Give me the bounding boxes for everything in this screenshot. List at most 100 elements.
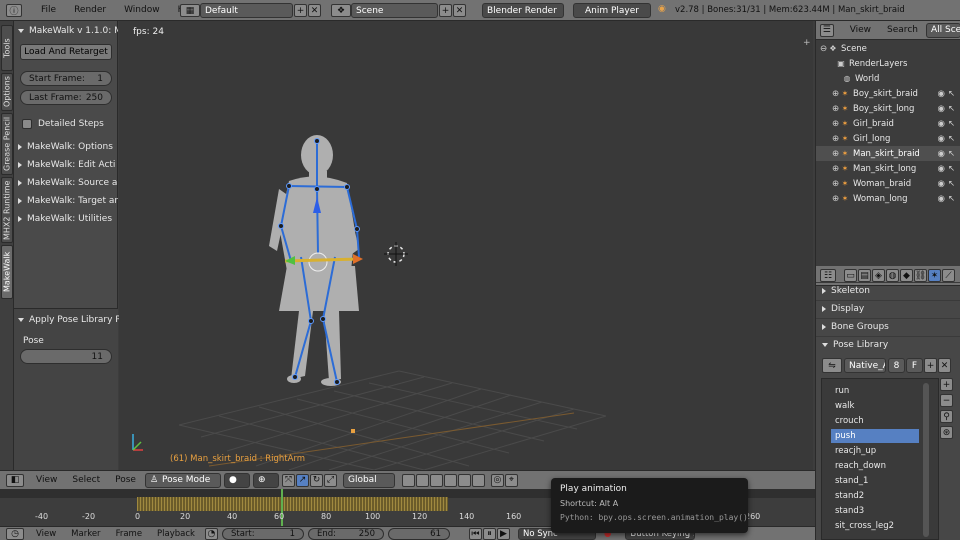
expand-icon[interactable]: ⊕ bbox=[832, 164, 840, 174]
tab-tools[interactable]: Tools bbox=[1, 25, 13, 71]
expand-icon[interactable]: ⊕ bbox=[832, 104, 840, 114]
outliner-row[interactable]: ⊖ ❖ Scene bbox=[816, 41, 960, 56]
visibility-eye-icon[interactable]: ◉ bbox=[937, 179, 944, 189]
pose-list-item[interactable]: stand3 bbox=[831, 504, 919, 518]
pose-list-scrollbar[interactable] bbox=[923, 383, 929, 537]
outliner-row[interactable]: ⊕ ✶ Woman_long ◉ ↖ bbox=[816, 191, 960, 206]
viewport-shading-select[interactable]: ● bbox=[223, 472, 250, 488]
visibility-eye-icon[interactable]: ◉ bbox=[937, 164, 944, 174]
pose-library-name[interactable]: Native_A bbox=[844, 358, 886, 373]
start-frame-input[interactable]: Start: 1 bbox=[221, 527, 304, 540]
screen-layout-select[interactable]: Default bbox=[200, 3, 293, 18]
expand-icon[interactable]: ⊕ bbox=[832, 134, 840, 144]
operator-panel-header[interactable]: Apply Pose Library Pose bbox=[14, 311, 136, 329]
viewport-editor-type-icon[interactable]: ◧ bbox=[6, 473, 24, 487]
fake-user-toggle[interactable]: F bbox=[906, 358, 923, 373]
layer-icon[interactable] bbox=[471, 473, 485, 487]
outliner-row-selected[interactable]: ⊕ ✶ Man_skirt_braid ◉ ↖ bbox=[816, 146, 960, 161]
menu-file[interactable]: File bbox=[32, 5, 65, 15]
disclosure-icon[interactable]: ⊖ bbox=[820, 44, 828, 54]
pose-list-item-selected[interactable]: push bbox=[831, 429, 919, 443]
pose-number-field[interactable]: 11 bbox=[20, 349, 112, 364]
action-browse-icon[interactable]: ⇋ bbox=[822, 358, 842, 373]
snap-icon[interactable]: ⌖ bbox=[504, 473, 518, 487]
preview-range-icon[interactable]: ◔ bbox=[204, 527, 218, 540]
add-scene-icon[interactable]: + bbox=[439, 4, 452, 17]
remove-pose-icon[interactable]: − bbox=[940, 394, 953, 407]
selectability-cursor-icon[interactable]: ↖ bbox=[948, 179, 955, 189]
visibility-eye-icon[interactable]: ◉ bbox=[937, 134, 944, 144]
expand-icon[interactable]: ⊕ bbox=[832, 194, 840, 204]
rotate-icon[interactable]: ↻ bbox=[309, 473, 323, 487]
add-layout-icon[interactable]: + bbox=[294, 4, 307, 17]
scene-icon[interactable]: ❖ bbox=[331, 4, 351, 17]
current-frame-input[interactable]: 61 bbox=[387, 527, 450, 540]
expand-icon[interactable]: ⊕ bbox=[832, 89, 840, 99]
menu-window[interactable]: Window bbox=[115, 5, 169, 15]
subpanel-options[interactable]: MakeWalk: Options bbox=[14, 138, 118, 156]
mode-select[interactable]: ♙ Pose Mode bbox=[144, 472, 221, 488]
expand-icon[interactable]: ⊕ bbox=[832, 119, 840, 129]
properties-editor-type-icon[interactable]: ☷ bbox=[820, 269, 836, 282]
jump-start-icon[interactable]: ⏮ bbox=[468, 527, 482, 540]
selectability-cursor-icon[interactable]: ↖ bbox=[948, 119, 955, 129]
pose-list-item[interactable]: stand2 bbox=[831, 489, 919, 503]
menu-render[interactable]: Render bbox=[65, 5, 115, 15]
makewalk-panel-header[interactable]: MakeWalk v 1.1.0: M bbox=[14, 22, 118, 40]
tab-grease-pencil[interactable]: Grease Pencil bbox=[1, 113, 13, 175]
panel-display[interactable]: Display bbox=[816, 300, 960, 317]
visibility-eye-icon[interactable]: ◉ bbox=[937, 149, 944, 159]
render-tab-icon[interactable]: ▭ bbox=[844, 269, 857, 282]
timeline-editor-type-icon[interactable]: ◷ bbox=[6, 527, 24, 540]
outliner-editor-type-icon[interactable]: ☰ bbox=[820, 23, 834, 37]
remove-scene-icon[interactable]: ✕ bbox=[453, 4, 466, 17]
outliner-row[interactable]: ◍ World bbox=[816, 71, 960, 86]
outliner-menu-search[interactable]: Search bbox=[887, 25, 918, 35]
end-frame-input[interactable]: End: 250 bbox=[307, 527, 384, 540]
pose-list-item[interactable]: reacjh_up bbox=[831, 444, 919, 458]
selectability-cursor-icon[interactable]: ↖ bbox=[948, 194, 955, 204]
start-frame-field[interactable]: Start Frame: 1 bbox=[20, 71, 112, 86]
outliner-row[interactable]: ⊕ ✶ Man_skirt_long ◉ ↖ bbox=[816, 161, 960, 176]
pivot-select[interactable]: ⊕ bbox=[252, 472, 279, 488]
proportional-edit-icon[interactable]: ◎ bbox=[490, 473, 504, 487]
visibility-eye-icon[interactable]: ◉ bbox=[937, 104, 944, 114]
visibility-eye-icon[interactable]: ◉ bbox=[937, 194, 944, 204]
sanitize-pose-icon[interactable]: ⊛ bbox=[940, 426, 953, 439]
menu-pose[interactable]: Pose bbox=[115, 475, 136, 485]
menu-frame[interactable]: Frame bbox=[116, 529, 142, 539]
screen-layout-icon[interactable]: ▦ bbox=[180, 4, 200, 17]
translate-icon[interactable]: ↗ bbox=[295, 473, 309, 487]
menu-select[interactable]: Select bbox=[72, 475, 100, 485]
orientation-select[interactable]: Global bbox=[342, 472, 395, 488]
constraints-tab-icon[interactable]: ⛓ bbox=[914, 269, 927, 282]
layer-icon[interactable] bbox=[457, 473, 471, 487]
load-and-retarget-button[interactable]: Load And Retarget bbox=[20, 44, 112, 60]
pose-list[interactable]: run walk crouch push reacjh_up reach_dow… bbox=[821, 378, 939, 540]
scale-icon[interactable]: ⤢ bbox=[323, 473, 337, 487]
menu-view[interactable]: View bbox=[36, 529, 56, 539]
subpanel-edit-action[interactable]: MakeWalk: Edit Acti bbox=[14, 156, 118, 174]
visibility-eye-icon[interactable]: ◉ bbox=[937, 119, 944, 129]
remove-layout-icon[interactable]: ✕ bbox=[308, 4, 321, 17]
apply-pose-icon[interactable]: ⚲ bbox=[940, 410, 953, 423]
outliner-row[interactable]: ⊕ ✶ Boy_skirt_braid ◉ ↖ bbox=[816, 86, 960, 101]
expand-icon[interactable]: ⊕ bbox=[832, 179, 840, 189]
tab-makewalk[interactable]: MakeWalk bbox=[1, 245, 13, 299]
outliner-row[interactable]: ⊕ ✶ Boy_skirt_long ◉ ↖ bbox=[816, 101, 960, 116]
3d-viewport[interactable]: fps: 24 (61) Man_skirt_braid: RightArm … bbox=[119, 21, 813, 470]
panel-skeleton[interactable]: Skeleton bbox=[816, 282, 960, 299]
pose-list-item[interactable]: sit_cross_leg2 bbox=[831, 519, 919, 533]
layer-icon[interactable] bbox=[415, 473, 429, 487]
panel-pose-library[interactable]: Pose Library bbox=[816, 336, 960, 353]
menu-playback[interactable]: Playback bbox=[157, 529, 195, 539]
selectability-cursor-icon[interactable]: ↖ bbox=[948, 104, 955, 114]
tab-options[interactable]: Options bbox=[1, 73, 13, 111]
editor-type-icon[interactable]: ⓘ bbox=[6, 3, 22, 17]
unlink-pose-library-icon[interactable]: ✕ bbox=[938, 358, 951, 373]
pose-library-users[interactable]: 8 bbox=[888, 358, 905, 373]
pose-list-item[interactable]: reach_down bbox=[831, 459, 919, 473]
outliner-row[interactable]: ▣ RenderLayers bbox=[816, 56, 960, 71]
manipulator-axis-x[interactable] bbox=[284, 257, 360, 263]
subpanel-target[interactable]: MakeWalk: Target ar bbox=[14, 192, 118, 210]
